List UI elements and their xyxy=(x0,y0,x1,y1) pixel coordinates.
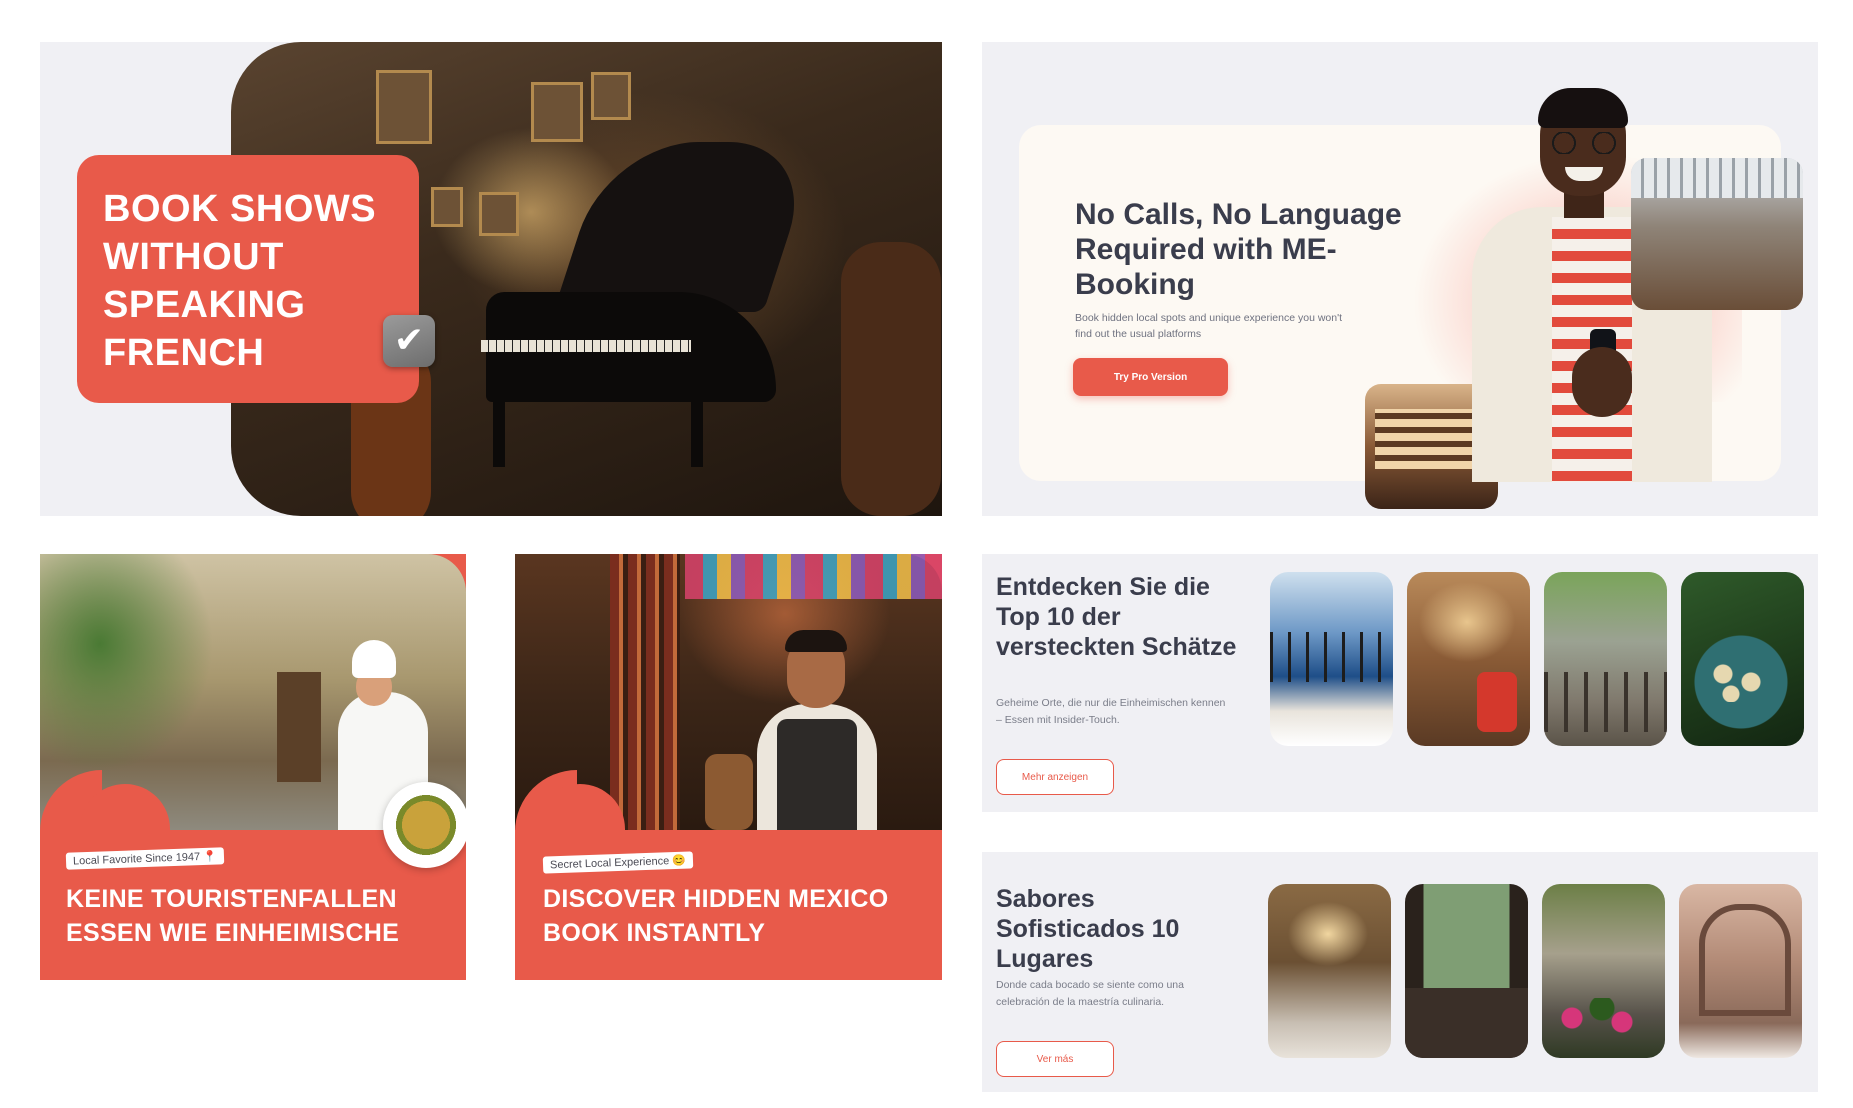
gallery-tile-arched-salon[interactable] xyxy=(1679,884,1802,1058)
headline-line: BOOK INSTANTLY xyxy=(543,919,766,947)
gallery-tile-garden-terrace[interactable] xyxy=(1544,572,1667,746)
nocalls-subtitle: Book hidden local spots and unique exper… xyxy=(1075,312,1343,340)
gallery-tile-oysters[interactable] xyxy=(1681,572,1804,746)
glasses-icon xyxy=(1544,132,1624,154)
nocalls-headline: No Calls, No Language Required with ME-B… xyxy=(1075,198,1402,301)
piano-keys xyxy=(481,340,691,352)
market-hall-thumbnail xyxy=(1631,158,1803,310)
barrel xyxy=(705,754,753,830)
keine-headline: KEINE TOURISTENFALLEN ESSEN WIE EINHEIMI… xyxy=(66,882,399,950)
entdecken-description: Geheime Orte, die nur die Einheimischen … xyxy=(996,697,1226,726)
ver-mas-button[interactable]: Ver más xyxy=(996,1041,1114,1077)
sabores-title: Sabores Sofisticados 10 Lugares xyxy=(996,885,1180,973)
wooden-door xyxy=(277,672,321,782)
mexico-headline: DISCOVER HIDDEN MEXICO BOOK INSTANTLY xyxy=(543,882,889,950)
entdecken-title: Entdecken Sie die Top 10 der versteckten… xyxy=(996,573,1237,661)
gallery-tile-balcony[interactable] xyxy=(1270,572,1393,746)
try-pro-button[interactable]: Try Pro Version xyxy=(1073,358,1228,396)
gallery-tile-arched-lounge[interactable] xyxy=(1407,572,1530,746)
gallery-tile-ornate-dining[interactable] xyxy=(1268,884,1391,1058)
gallery-tile-flower-entrance[interactable] xyxy=(1542,884,1665,1058)
headline-badge: BOOK SHOWS WITHOUT SPEAKING FRENCH xyxy=(77,155,419,403)
secret-experience-tag: Secret Local Experience 😊 xyxy=(542,851,694,874)
local-favorite-tag: Local Favorite Since 1947 📍 xyxy=(65,847,225,870)
headline-line: DISCOVER HIDDEN MEXICO xyxy=(543,885,889,913)
no-calls-ad-card: No Calls, No Language Required with ME-B… xyxy=(982,42,1818,516)
bottle-shelf xyxy=(610,554,680,830)
pasta-dish xyxy=(383,782,466,868)
gallery-tile-window-dining[interactable] xyxy=(1405,884,1528,1058)
checkmark-icon: ✔ xyxy=(383,315,435,367)
mehr-anzeigen-button[interactable]: Mehr anzeigen xyxy=(996,759,1114,795)
shows-headline: BOOK SHOWS WITHOUT SPEAKING FRENCH xyxy=(103,188,377,374)
keine-touristenfallen-ad-card: Local Favorite Since 1947 📍 KEINE TOURIS… xyxy=(40,554,466,980)
discover-mexico-ad-card: Secret Local Experience 😊 DISCOVER HIDDE… xyxy=(515,554,942,980)
sabores-description: Donde cada bocado se siente como una cel… xyxy=(996,979,1184,1008)
piano-lid xyxy=(553,142,819,312)
headline-line: KEINE TOURISTENFALLEN xyxy=(66,885,397,913)
wall-frame xyxy=(479,192,519,236)
headline-line: ESSEN WIE EINHEIMISCHE xyxy=(66,919,400,947)
wall-frame xyxy=(531,82,583,142)
double-bass xyxy=(841,242,941,516)
wall-frame xyxy=(591,72,631,120)
wall-frame xyxy=(431,187,463,227)
chef-hat xyxy=(352,640,396,678)
wall-frame xyxy=(376,70,432,144)
papel-picado-flags xyxy=(685,554,942,599)
book-shows-ad-card: BOOK SHOWS WITHOUT SPEAKING FRENCH ✔ xyxy=(40,42,942,516)
entdecken-gallery-card: Entdecken Sie die Top 10 der versteckten… xyxy=(982,554,1818,812)
sabores-gallery-card: Sabores Sofisticados 10 Lugares Donde ca… xyxy=(982,852,1818,1092)
